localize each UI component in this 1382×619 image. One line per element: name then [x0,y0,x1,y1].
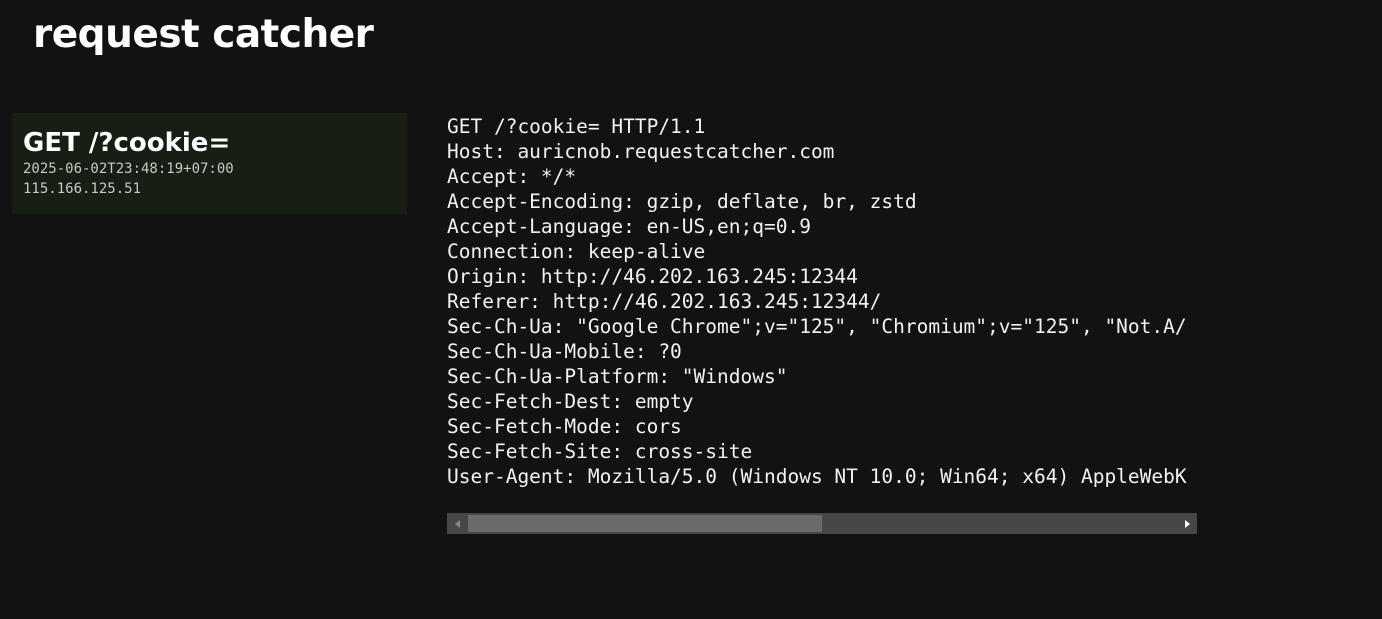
header-referer: Referer: http://46.202.163.245:12344/ [447,290,882,313]
request-detail-pane: GET /?cookie= HTTP/1.1 Host: auricnob.re… [447,113,1197,534]
request-ip: 115.166.125.51 [23,181,142,197]
app-title: request catcher [33,12,374,57]
horizontal-scrollbar[interactable] [447,513,1197,534]
scroll-right-button[interactable] [1177,513,1197,534]
header-accept-language: Accept-Language: en-US,en;q=0.9 [447,215,811,238]
header-user-agent: User-Agent: Mozilla/5.0 (Windows NT 10.0… [447,465,1187,488]
request-timestamp: 2025-06-02T23:48:19+07:00 [23,161,234,177]
header-sec-fetch-dest: Sec-Fetch-Dest: empty [447,390,694,413]
arrow-right-icon [1184,519,1190,528]
header-sec-ch-ua-mobile: Sec-Ch-Ua-Mobile: ?0 [447,340,682,363]
header-accept-encoding: Accept-Encoding: gzip, deflate, br, zstd [447,190,917,213]
scrollbar-thumb[interactable] [468,515,822,532]
request-line: GET /?cookie= HTTP/1.1 [447,115,706,138]
header-connection: Connection: keep-alive [447,240,706,263]
header-accept: Accept: */* [447,165,577,188]
header-sec-ch-ua-platform: Sec-Ch-Ua-Platform: "Windows" [447,365,788,388]
header-sec-fetch-site: Sec-Fetch-Site: cross-site [447,440,753,463]
raw-request-text: GET /?cookie= HTTP/1.1 Host: auricnob.re… [447,113,1197,498]
header-sec-fetch-mode: Sec-Fetch-Mode: cors [447,415,682,438]
request-list: GET /?cookie= 2025-06-02T23:48:19+07:00 … [12,113,407,214]
arrow-left-icon [454,519,460,528]
header-origin: Origin: http://46.202.163.245:12344 [447,265,858,288]
header-host: Host: auricnob.requestcatcher.com [447,140,835,163]
request-list-item[interactable]: GET /?cookie= 2025-06-02T23:48:19+07:00 … [12,113,407,214]
request-summary: GET /?cookie= [23,128,231,158]
scroll-left-button[interactable] [447,513,467,534]
header-sec-ch-ua: Sec-Ch-Ua: "Google Chrome";v="125", "Chr… [447,315,1187,338]
